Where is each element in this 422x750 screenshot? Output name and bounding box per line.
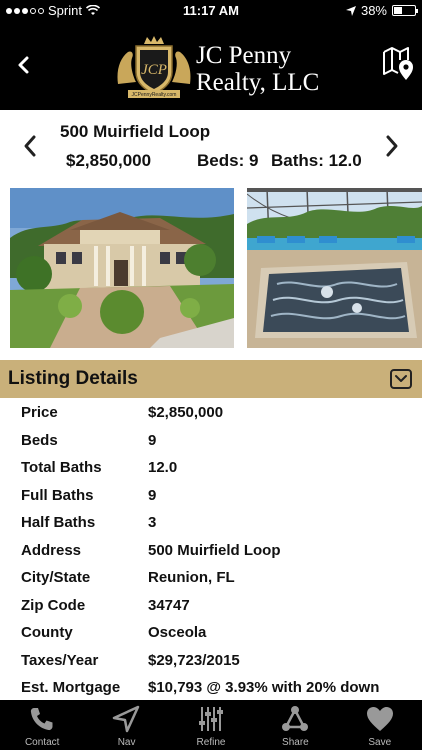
detail-value: Osceola — [148, 624, 207, 641]
detail-value: $10,793 @ 3.93% with 20% down — [148, 679, 380, 696]
status-right: 38% — [345, 3, 418, 18]
detail-label: City/State — [21, 569, 91, 586]
detail-label: Total Baths — [21, 459, 102, 476]
detail-row: Taxes/Year $29,723/2015 — [0, 648, 422, 676]
detail-value: $29,723/2015 — [148, 651, 240, 669]
battery-percent: 38% — [360, 3, 387, 18]
sliders-icon — [198, 707, 223, 731]
previous-listing-button[interactable] — [20, 132, 40, 160]
detail-label: Zip Code — [21, 596, 86, 614]
detail-value: 9 — [148, 486, 157, 504]
detail-row: County Osceola — [0, 620, 422, 648]
detail-row: Est. Mortgage $10,793 @ 3.93% with 20% do… — [0, 675, 422, 703]
tab-bar: Contact Nav Refine Share Save — [0, 700, 422, 750]
detail-value: 12.0 — [148, 459, 178, 476]
tab-save[interactable]: Save — [338, 700, 422, 750]
logo-initials: JCP — [141, 62, 167, 78]
back-button[interactable] — [12, 50, 36, 80]
heart-icon — [366, 707, 393, 731]
detail-row: Price $2,850,000 — [0, 400, 422, 428]
tab-contact[interactable]: Contact — [0, 700, 84, 750]
detail-row: Address 500 Muirfield Loop — [0, 538, 422, 566]
detail-label: Half Baths — [21, 514, 96, 531]
property-price: $2,850,000 — [66, 151, 152, 170]
detail-value: 34747 — [148, 596, 190, 614]
collapse-toggle-button[interactable] — [390, 369, 412, 389]
tab-label-share: Share — [282, 737, 309, 748]
property-photo-pool[interactable] — [247, 188, 422, 348]
section-title: Listing Details — [8, 368, 138, 389]
listing-details: Price $2,850,000 Beds 9 Total Baths 12.0 Full … — [0, 400, 422, 703]
navigation-arrow-icon — [113, 705, 140, 733]
company-logo: JCP JCPennyRealty.com — [117, 36, 191, 98]
property-beds: Beds: 9 — [197, 151, 259, 170]
detail-label: County — [21, 624, 73, 641]
brand-name: JC Penny Realty, LLC — [196, 42, 319, 96]
share-icon — [282, 706, 309, 731]
detail-row: Zip Code 34747 — [0, 593, 422, 621]
detail-row: Half Baths 3 — [0, 510, 422, 538]
brand-line-2: Realty, LLC — [196, 69, 320, 96]
phone-icon — [30, 708, 53, 731]
logo-banner-text: JCPennyRealty.com — [132, 92, 177, 98]
brand-line-1: JC Penny — [196, 42, 292, 69]
detail-value: 500 Muirfield Loop — [148, 541, 281, 559]
status-bar: Sprint 11:17 AM 38% — [0, 0, 422, 22]
tab-refine[interactable]: Refine — [169, 700, 253, 750]
location-arrow-icon — [345, 5, 356, 16]
detail-label: Full Baths — [21, 486, 94, 504]
map-button[interactable] — [382, 46, 414, 82]
detail-label: Est. Mortgage — [21, 679, 121, 696]
detail-row: City/State Reunion, FL — [0, 565, 422, 593]
detail-row: Total Baths 12.0 — [0, 455, 422, 483]
property-address: 500 Muirfield Loop — [60, 122, 211, 141]
tab-share[interactable]: Share — [253, 700, 337, 750]
detail-row: Full Baths 9 — [0, 483, 422, 511]
property-photo-exterior[interactable] — [10, 188, 234, 348]
detail-label: Address — [21, 541, 82, 559]
listing-details-header[interactable]: Listing Details — [0, 360, 422, 398]
tab-nav[interactable]: Nav — [84, 700, 168, 750]
property-summary: 500 Muirfield Loop $2,850,000 Beds: 9 Ba… — [0, 110, 422, 182]
property-baths: Baths: 12.0 — [271, 151, 362, 170]
detail-value: Reunion, FL — [148, 569, 235, 586]
detail-value: $2,850,000 — [148, 404, 224, 421]
detail-label: Beds — [21, 431, 58, 449]
tab-label-refine: Refine — [196, 737, 226, 748]
tab-label-nav: Nav — [117, 737, 136, 748]
detail-label: Taxes/Year — [21, 651, 99, 669]
tab-label-contact: Contact — [24, 737, 60, 748]
tab-label-save: Save — [368, 737, 392, 748]
detail-label: Price — [21, 404, 58, 421]
battery-icon — [392, 5, 418, 16]
detail-row: Beds 9 — [0, 428, 422, 456]
detail-value: 9 — [148, 431, 157, 449]
detail-value: 3 — [148, 514, 157, 531]
app-header: JCP JCPennyRealty.com JC Penny Realty, L… — [0, 22, 422, 110]
next-listing-button[interactable] — [382, 132, 402, 160]
